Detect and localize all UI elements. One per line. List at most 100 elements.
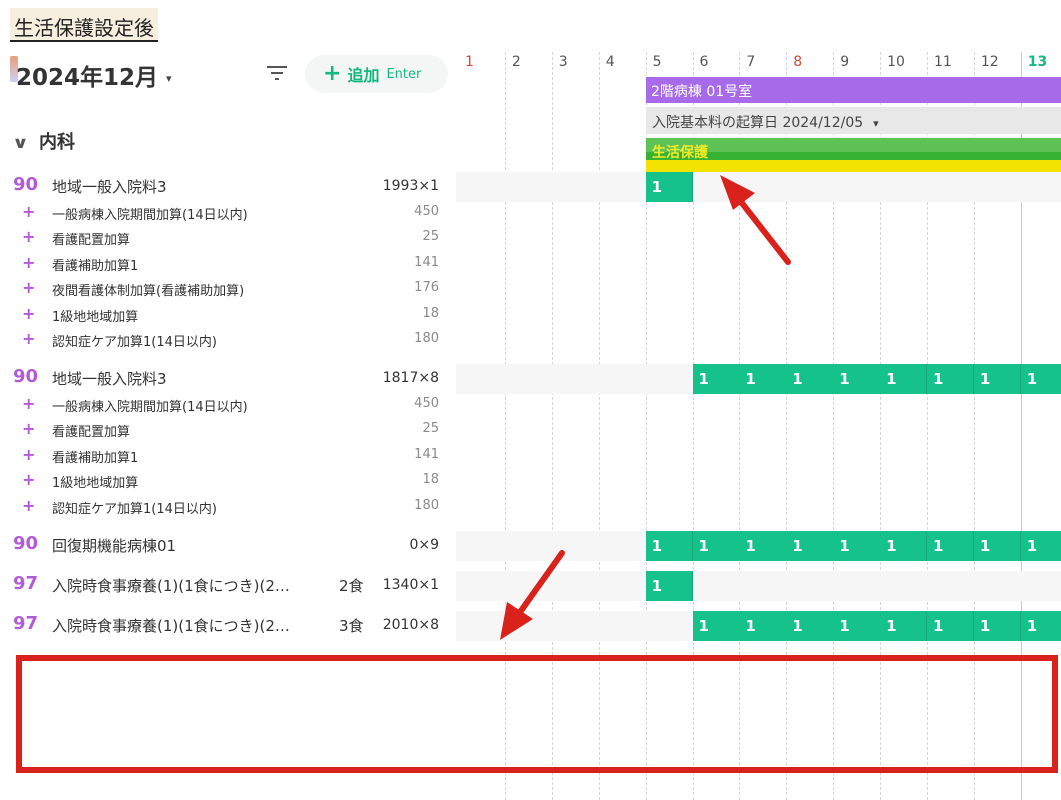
day-cell[interactable]: 1 bbox=[927, 364, 975, 394]
day-header: 10 bbox=[887, 54, 905, 70]
day-cell[interactable]: 1 bbox=[739, 611, 787, 641]
day-header: 11 bbox=[934, 54, 952, 70]
day-cell[interactable]: 1 bbox=[833, 611, 881, 641]
day-gridline bbox=[598, 52, 600, 800]
day-header: 13 bbox=[1027, 54, 1048, 70]
addition-points: 450 bbox=[414, 204, 439, 219]
plus-icon[interactable]: + bbox=[22, 470, 35, 489]
item-code: 97 bbox=[13, 573, 39, 594]
day-cell[interactable]: 1 bbox=[645, 531, 693, 561]
plus-icon[interactable]: + bbox=[22, 419, 35, 438]
item-name[interactable]: 入院時食事療養(1)(1食につき)(2… bbox=[52, 575, 290, 596]
item-code: 90 bbox=[13, 533, 39, 554]
day-cell[interactable]: 1 bbox=[1020, 611, 1061, 641]
day-cell[interactable]: 1 bbox=[1020, 531, 1061, 561]
day-cell[interactable]: 1 bbox=[833, 364, 881, 394]
department-header[interactable]: ∨ 内科 bbox=[12, 128, 75, 154]
welfare-bar-yellow bbox=[646, 160, 1061, 172]
department-name: 内科 bbox=[39, 132, 75, 153]
day-cell[interactable]: 1 bbox=[739, 531, 787, 561]
day-header: 6 bbox=[699, 54, 709, 70]
day-cell[interactable]: 1 bbox=[973, 364, 1022, 394]
month-label: 2024年12月 bbox=[16, 65, 159, 91]
day-cell[interactable]: 1 bbox=[645, 172, 693, 202]
day-header: 2 bbox=[511, 54, 521, 70]
day-cell[interactable]: 1 bbox=[927, 531, 975, 561]
day-cell[interactable]: 1 bbox=[927, 611, 975, 641]
day-cell[interactable]: 1 bbox=[833, 531, 881, 561]
addition-points: 141 bbox=[414, 447, 439, 462]
item-code: 97 bbox=[13, 613, 39, 634]
day-cell[interactable]: 1 bbox=[739, 364, 787, 394]
item-meals: 3食 bbox=[339, 617, 364, 635]
filter-icon[interactable] bbox=[265, 63, 289, 83]
addition-name: 看護補助加算1 bbox=[52, 451, 139, 466]
dropdown-caret-icon[interactable]: ▾ bbox=[873, 117, 879, 130]
addition-name: 一般病棟入院期間加算(14日以内) bbox=[52, 400, 248, 415]
plus-icon[interactable]: + bbox=[22, 304, 35, 323]
day-cell[interactable]: 1 bbox=[880, 531, 928, 561]
item-code: 90 bbox=[13, 366, 39, 387]
day-cell[interactable]: 1 bbox=[645, 571, 693, 601]
day-cell[interactable]: 1 bbox=[1020, 364, 1061, 394]
addition-points: 141 bbox=[414, 255, 439, 270]
day-header: 12 bbox=[980, 54, 999, 70]
plus-icon[interactable]: + bbox=[22, 227, 35, 246]
addition-name: 認知症ケア加算1(14日以内) bbox=[52, 335, 217, 350]
day-cell[interactable]: 1 bbox=[786, 364, 834, 394]
add-shortcut-hint: Enter bbox=[386, 66, 422, 82]
addition-name: 看護補助加算1 bbox=[52, 259, 139, 274]
day-cell[interactable]: 1 bbox=[692, 611, 740, 641]
plus-icon[interactable]: + bbox=[22, 253, 35, 272]
plus-icon[interactable]: + bbox=[22, 278, 35, 297]
plus-icon[interactable]: + bbox=[22, 202, 35, 221]
item-name[interactable]: 入院時食事療養(1)(1食につき)(2… bbox=[52, 615, 290, 636]
row-track bbox=[456, 172, 1061, 202]
start-date-label: 入院基本料の起算日 2024/12/05 bbox=[652, 115, 864, 131]
day-cell[interactable]: 1 bbox=[692, 531, 740, 561]
plus-icon[interactable]: + bbox=[22, 496, 35, 515]
day-gridline bbox=[551, 52, 553, 800]
screenshot-caption: 生活保護設定後 bbox=[10, 8, 158, 42]
welfare-bar[interactable]: 生活保護 bbox=[646, 138, 1061, 174]
day-header: 7 bbox=[746, 54, 756, 70]
item-quantity: 0×9 bbox=[409, 537, 439, 553]
item-name[interactable]: 回復期機能病棟01 bbox=[52, 535, 176, 556]
day-header: 5 bbox=[652, 54, 662, 70]
day-cell[interactable]: 1 bbox=[786, 611, 834, 641]
item-quantity: 1993×1 bbox=[382, 178, 439, 194]
chevron-down-icon: ▾ bbox=[166, 72, 172, 85]
addition-name: 夜間看護体制加算(看護補助加算) bbox=[52, 284, 245, 299]
item-name[interactable]: 地域一般入院料3 bbox=[52, 176, 167, 197]
plus-icon[interactable]: + bbox=[22, 329, 35, 348]
day-cell[interactable]: 1 bbox=[692, 364, 740, 394]
day-cell[interactable]: 1 bbox=[973, 611, 1022, 641]
day-header: 4 bbox=[605, 54, 615, 70]
addition-points: 25 bbox=[422, 229, 439, 244]
add-button-label: 追加 bbox=[347, 66, 380, 85]
item-code: 90 bbox=[13, 174, 39, 195]
addition-name: 認知症ケア加算1(14日以内) bbox=[52, 502, 217, 517]
welfare-bar-label: 生活保護 bbox=[652, 145, 708, 161]
addition-points: 18 bbox=[422, 306, 439, 321]
day-cell[interactable]: 1 bbox=[786, 531, 834, 561]
day-gridline bbox=[504, 52, 506, 800]
item-quantity: 2010×8 bbox=[382, 617, 439, 633]
plus-icon[interactable]: + bbox=[22, 394, 35, 413]
day-cell[interactable]: 1 bbox=[880, 611, 928, 641]
addition-points: 450 bbox=[414, 396, 439, 411]
welfare-bar-green-bottom bbox=[646, 152, 1061, 160]
addition-points: 176 bbox=[414, 280, 439, 295]
plus-icon[interactable]: + bbox=[22, 445, 35, 464]
addition-name: 一般病棟入院期間加算(14日以内) bbox=[52, 208, 248, 223]
addition-name: 看護配置加算 bbox=[52, 425, 131, 440]
day-cell[interactable]: 1 bbox=[880, 364, 928, 394]
month-selector[interactable]: 2024年12月 ▾ bbox=[16, 58, 172, 92]
plus-icon: + bbox=[323, 61, 342, 86]
add-button[interactable]: + 追加 Enter bbox=[305, 55, 448, 93]
start-date-bar[interactable]: 入院基本料の起算日 2024/12/05 ▾ bbox=[646, 107, 1061, 134]
ward-room-bar[interactable]: 2階病棟 01号室 bbox=[646, 77, 1061, 103]
item-meals: 2食 bbox=[339, 577, 364, 595]
day-cell[interactable]: 1 bbox=[973, 531, 1022, 561]
item-name[interactable]: 地域一般入院料3 bbox=[52, 368, 167, 389]
